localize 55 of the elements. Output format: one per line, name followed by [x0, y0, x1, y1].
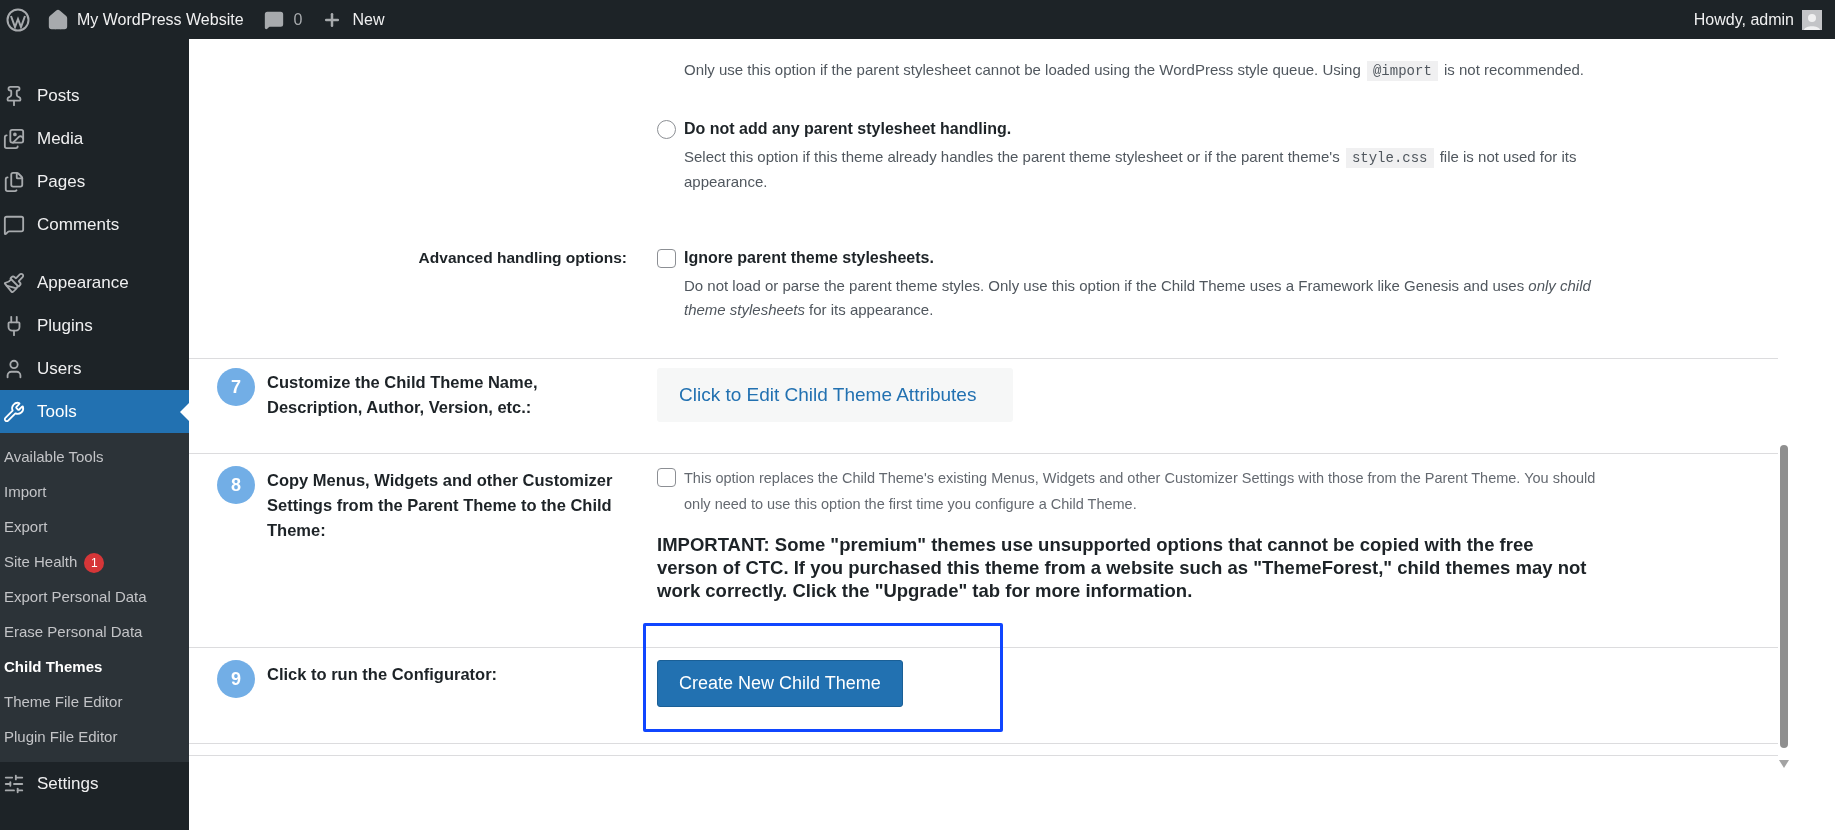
menu-item[interactable]: Comments	[0, 203, 189, 246]
submenu-item[interactable]: Import	[0, 475, 189, 510]
step-number: 9	[217, 660, 255, 698]
menu-item[interactable]: Appearance	[0, 261, 189, 304]
submenu-item[interactable]: Site Health 1	[0, 545, 189, 580]
new-link[interactable]: New	[352, 7, 385, 32]
option-description: This option replaces the Child Theme's existing Menus, Widgets and other Customizer Settings with those from the Parent Theme. You should only need to use this option the first time you configure a Child Theme.	[684, 469, 1597, 514]
attributes-dropdown[interactable]: Click to Edit Child Theme Attributes	[657, 368, 1013, 422]
submenu-item[interactable]: Erase Personal Data	[0, 615, 189, 650]
create-child-theme-button[interactable]: Create New Child Theme	[657, 660, 903, 707]
site-name-link[interactable]: My WordPress Website	[77, 7, 244, 32]
comments-count[interactable]: 0	[293, 7, 303, 32]
important-notice: IMPORTANT: Some "premium" themes use unsupported options that cannot be copied with the free verson of CTC. If you purchased this theme from a website such as "ThemeForest," child themes may not work correctly. Click the "Upgrade" tab for more information.	[657, 533, 1587, 602]
advanced-options-label: Advanced handling options:	[418, 248, 627, 269]
scrollbar-thumb[interactable]	[1780, 445, 1788, 748]
pages-icon	[3, 170, 25, 193]
speech-bubble-icon[interactable]	[263, 9, 284, 30]
current-pointer-icon	[180, 402, 189, 421]
home-icon	[47, 8, 69, 31]
submenu-item[interactable]: Theme File Editor	[0, 685, 189, 720]
submenu-item[interactable]: Export	[0, 510, 189, 545]
radio-button[interactable]	[657, 119, 676, 139]
submenu-item[interactable]: Export Personal Data	[0, 580, 189, 615]
step-label: Click to run the Configurator:	[267, 664, 499, 685]
sliders-icon	[3, 772, 25, 795]
checkbox[interactable]	[657, 248, 676, 268]
menu-item[interactable]: Plugins	[0, 304, 189, 347]
option-description: Do not load or parse the parent theme styles. Only use this option if the Child Theme uses a Framework like Genesis and uses only child theme stylesheets for its appearance.	[684, 276, 1592, 320]
step-label: Copy Menus, Widgets and other Customizer Settings from the Parent Theme to the Child Theme:	[267, 470, 614, 541]
option-label: Ignore parent theme stylesheets.	[684, 248, 934, 268]
menu-item[interactable]: Pages	[0, 160, 189, 203]
step-number: 7	[217, 368, 255, 406]
submenu-item[interactable]: Child Themes	[0, 650, 189, 685]
option-label: Do not add any parent stylesheet handling.	[684, 119, 1012, 139]
step-label: Customize the Child Theme Name, Description, Author, Version, etc.:	[267, 372, 539, 418]
scroll-down-arrow-icon[interactable]	[1779, 760, 1789, 768]
menu-item[interactable]: Users	[0, 347, 189, 390]
images-icon	[3, 127, 25, 150]
menu-item[interactable]: Tools	[0, 390, 189, 433]
submenu-item[interactable]: Available Tools	[0, 440, 189, 475]
menu-item[interactable]: Posts	[0, 74, 189, 117]
greeting-link[interactable]: Howdy, admin	[1693, 7, 1794, 32]
step-number: 8	[217, 466, 255, 504]
wrench-icon	[3, 400, 25, 423]
option-description: Only use this option if the parent stylesheet cannot be loaded using the WordPress style queue. Using @import is not recommended.	[684, 60, 1585, 83]
menu-item[interactable]: Media	[0, 117, 189, 160]
checkbox[interactable]	[657, 468, 676, 487]
menu-item[interactable]: Settings	[0, 762, 189, 805]
option-description: Select this option if this theme already handles the parent theme stylesheet or if the parent theme's style.css file is not used for its appearance.	[684, 147, 1578, 192]
paintbrush-icon	[3, 271, 25, 294]
speech-bubble-icon	[3, 213, 25, 236]
wordpress-logo-icon[interactable]	[6, 7, 30, 32]
submenu-item[interactable]: Plugin File Editor	[0, 720, 189, 755]
count-badge: 1	[84, 552, 105, 573]
avatar-icon[interactable]	[1802, 9, 1822, 30]
